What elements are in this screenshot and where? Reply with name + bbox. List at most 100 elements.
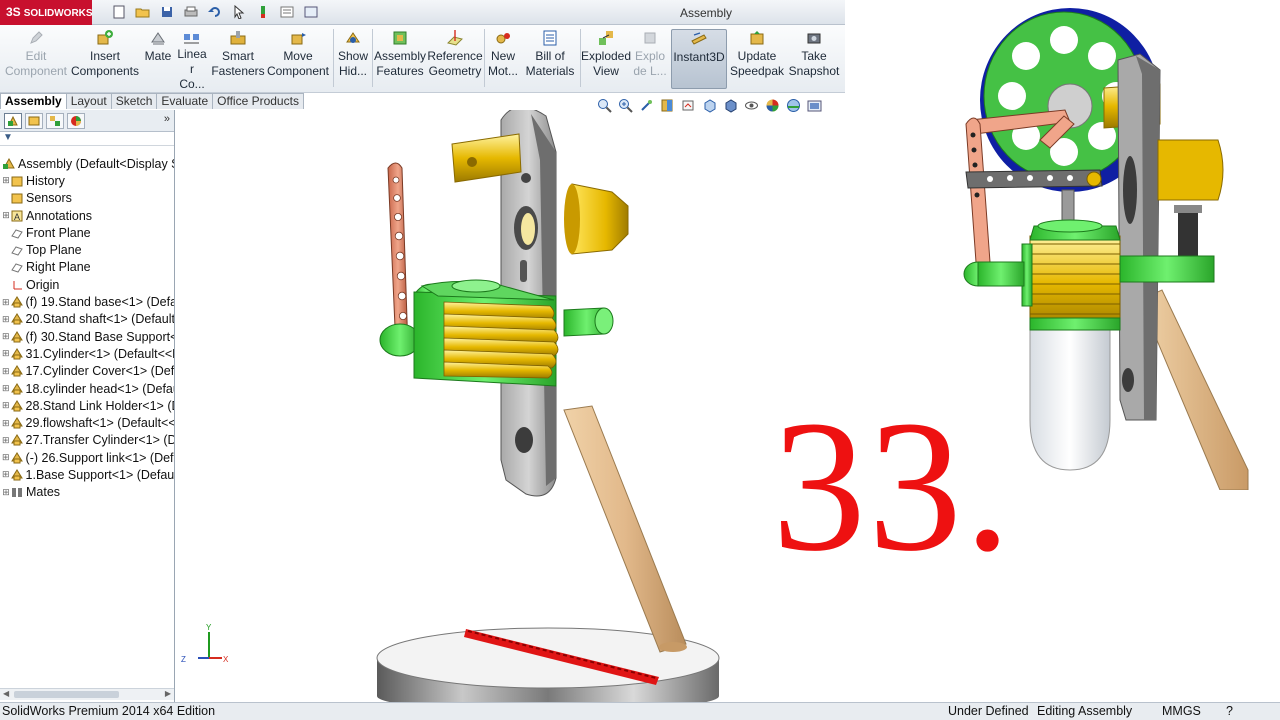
part-icon (10, 296, 23, 308)
configuration-manager-tab-icon[interactable] (46, 113, 64, 129)
panel-collapse-icon[interactable]: » (164, 113, 170, 125)
tree-item-17[interactable]: ⊞ (-) 26.Support link<1> (Defa (0, 449, 174, 466)
tree-item-label: Sensors (26, 191, 72, 206)
tab-assembly[interactable]: Assembly (0, 93, 67, 109)
scrollbar-thumb[interactable] (14, 691, 119, 698)
tree-item-7[interactable]: Origin (0, 276, 174, 293)
linear-pattern-button[interactable]: Linea r Co... (176, 29, 208, 91)
expand-icon[interactable]: ⊞ (2, 175, 10, 186)
part-icon (10, 417, 23, 429)
tree-item-18[interactable]: ⊞ 1.Base Support<1> (Default (0, 466, 174, 483)
explode-line-sketch-button[interactable]: Explo de L... (632, 29, 668, 89)
open-icon[interactable] (134, 4, 152, 20)
command-separator (484, 29, 485, 87)
help-icon[interactable]: ? (1226, 703, 1233, 720)
undo-icon[interactable] (206, 4, 224, 20)
new-motion-label: New Mot... (487, 49, 518, 78)
cooling-fins[interactable] (443, 301, 559, 379)
tree-item-13[interactable]: ⊞ 18.cylinder head<1> (Defau (0, 380, 174, 397)
tree-item-9[interactable]: ⊞ 20.Stand shaft<1> (Default (0, 311, 174, 328)
assembly-features-label: Assembly Features (374, 49, 427, 78)
new-icon[interactable] (110, 4, 128, 20)
expand-icon[interactable]: ⊞ (2, 366, 10, 377)
scroll-right-icon[interactable]: ▶ (165, 689, 171, 698)
expand-icon[interactable]: ⊞ (2, 297, 10, 308)
reference-geometry-button[interactable]: Reference Geometry (427, 29, 483, 89)
property-manager-tab-icon[interactable] (25, 113, 43, 129)
tree-item-8[interactable]: ⊞ (f) 19.Stand base<1> (Defau (0, 293, 174, 310)
tree-item-0[interactable]: Assembly (Default<Display St (0, 155, 174, 172)
tree-item-5[interactable]: Top Plane (0, 241, 174, 258)
tab-layout[interactable]: Layout (65, 93, 112, 109)
bill-of-materials-button[interactable]: Bill of Materials (522, 29, 578, 89)
expand-icon[interactable]: ⊞ (2, 348, 10, 359)
tree-item-4[interactable]: Front Plane (0, 224, 174, 241)
select-icon[interactable] (230, 4, 248, 20)
expand-icon[interactable]: ⊞ (2, 487, 10, 498)
unit-system-selector[interactable]: MMGS (1162, 703, 1201, 720)
tutorial-number: 33. (772, 381, 1013, 590)
feature-tree-tab-icon[interactable] (4, 113, 22, 129)
bearing-housing[interactable] (564, 183, 629, 255)
insert-components-icon (96, 29, 114, 47)
print-icon[interactable] (182, 4, 200, 20)
axis-triad: Y X Z (181, 623, 229, 664)
tree-item-16[interactable]: ⊞ 27.Transfer Cylinder<1> (De (0, 432, 174, 449)
tree-item-12[interactable]: ⊞ 17.Cylinder Cover<1> (Defa (0, 363, 174, 380)
tree-item-10[interactable]: ⊞ (f) 30.Stand Base Support< (0, 328, 174, 345)
graphics-area[interactable]: Y X Z (176, 110, 844, 702)
display-manager-tab-icon[interactable] (67, 113, 85, 129)
stand-shaft[interactable] (563, 405, 687, 653)
tree-item-14[interactable]: ⊞ 28.Stand Link Holder<1> (D (0, 397, 174, 414)
save-icon[interactable] (158, 4, 176, 20)
expand-icon[interactable]: ⊞ (2, 383, 10, 394)
horizontal-scrollbar[interactable]: ◀ ▶ (0, 688, 174, 700)
triad-y-label: Y (206, 623, 212, 632)
solidworks-logo[interactable]: 3S SOLIDWORKS (0, 0, 93, 25)
svg-text:A: A (14, 212, 20, 222)
edition-text: SolidWorks Premium 2014 x64 Edition (2, 704, 216, 718)
smart-fasteners-button[interactable]: Smart Fasteners (210, 29, 266, 89)
tree-item-3[interactable]: ⊞ A Annotations (0, 207, 174, 224)
tree-item-label: (-) 26.Support link<1> (Defa (25, 450, 174, 465)
file-properties-icon[interactable] (278, 4, 296, 20)
expand-icon[interactable]: ⊞ (2, 400, 10, 411)
tab-evaluate[interactable]: Evaluate (156, 93, 214, 109)
tree-item-2[interactable]: Sensors (0, 190, 174, 207)
tree-item-19[interactable]: ⊞ Mates (0, 484, 174, 501)
rebuild-icon[interactable] (254, 4, 272, 20)
insert-components-button[interactable]: Insert Components (70, 29, 140, 89)
expand-icon[interactable]: ⊞ (2, 314, 10, 325)
tree-item-11[interactable]: ⊞ 31.Cylinder<1> (Default<<D (0, 345, 174, 362)
tree-item-15[interactable]: ⊞ 29.flowshaft<1> (Default<< (0, 414, 174, 431)
move-component-button[interactable]: Move Component (266, 29, 330, 89)
show-hidden-button[interactable]: Show Hid... (336, 29, 370, 89)
new-motion-study-button[interactable]: New Mot... (486, 29, 520, 89)
expand-icon[interactable]: ⊞ (2, 331, 10, 342)
tree-item-label: 29.flowshaft<1> (Default<< (25, 416, 174, 431)
tab-sketch[interactable]: Sketch (110, 93, 158, 109)
tree-item-6[interactable]: Right Plane (0, 259, 174, 276)
assembly-features-button[interactable]: Assembly Features (374, 29, 426, 89)
scroll-left-icon[interactable]: ◀ (3, 689, 9, 698)
expand-icon[interactable]: ⊞ (2, 210, 10, 221)
exploded-view-button[interactable]: Exploded View (581, 29, 631, 89)
edit-component-button[interactable]: Edit Component (4, 29, 68, 89)
feature-manager-tabs: » (0, 110, 174, 132)
options-icon[interactable] (302, 4, 320, 20)
update-speedpak-button[interactable]: Update Speedpak (730, 29, 784, 89)
tree-item-1[interactable]: ⊞ History (0, 172, 174, 189)
expand-icon[interactable]: ⊞ (2, 469, 10, 480)
tree-item-label: (f) 19.Stand base<1> (Defau (25, 295, 174, 310)
edit-component-label: Edit Component (4, 49, 68, 78)
mate-button[interactable]: Mate (142, 29, 174, 89)
filter-icon[interactable]: ▼ (0, 132, 174, 146)
expand-icon[interactable]: ⊞ (2, 435, 10, 446)
expand-icon[interactable]: ⊞ (2, 418, 10, 429)
expand-icon[interactable]: ⊞ (2, 452, 10, 463)
tab-office-products[interactable]: Office Products (212, 93, 304, 109)
tree-item-label: 17.Cylinder Cover<1> (Defa (25, 364, 174, 379)
flow-shaft[interactable] (563, 307, 614, 337)
take-snapshot-button[interactable]: Take Snapshot (786, 29, 842, 89)
instant3d-button[interactable]: Instant3D (671, 29, 727, 89)
